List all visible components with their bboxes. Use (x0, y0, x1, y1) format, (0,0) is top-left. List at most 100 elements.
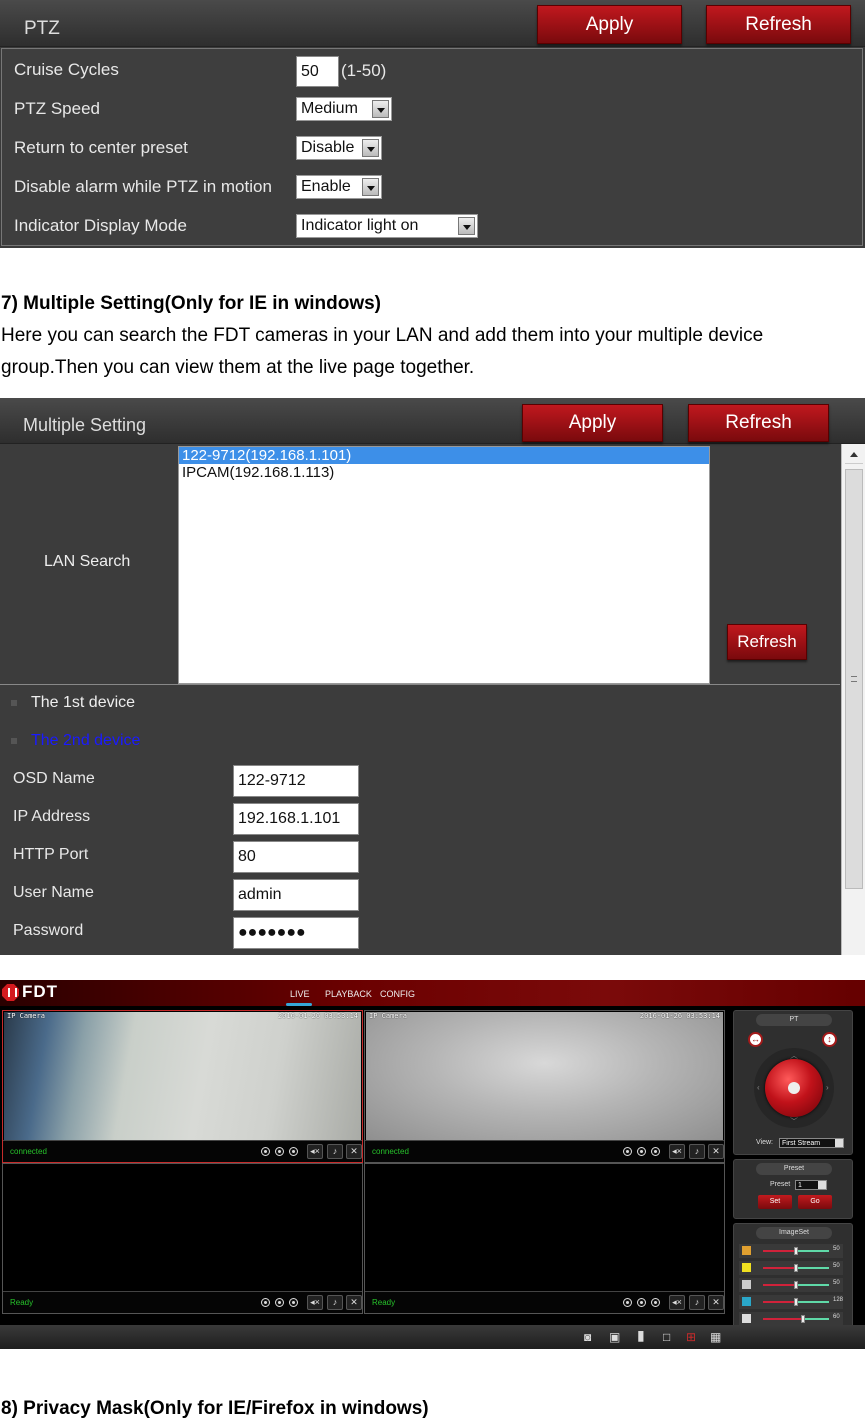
vertical-cruise-icon[interactable]: ↕ (822, 1032, 837, 1047)
zoom-out-icon[interactable] (261, 1298, 270, 1307)
user-name-input[interactable] (233, 879, 359, 911)
indicator-mode-value: Indicator light on (301, 217, 419, 234)
saturation-slider[interactable] (763, 1298, 829, 1306)
zoom-out-icon[interactable] (623, 1298, 632, 1307)
zoom-out-icon[interactable] (261, 1147, 270, 1156)
multiple-refresh-button[interactable]: Refresh (688, 404, 829, 442)
preset-select[interactable]: 1 (795, 1180, 827, 1190)
slider-thumb[interactable] (794, 1247, 798, 1255)
focus-icon[interactable] (637, 1298, 646, 1307)
mute-icon[interactable]: ◂× (307, 1144, 323, 1159)
settings-tools-icon[interactable]: ✕ (708, 1144, 724, 1159)
camera-tile[interactable]: Ready ◂× ♪ ✕ (364, 1163, 725, 1314)
device-1-link[interactable]: The 1st device (31, 694, 135, 712)
live-toolbar: ◙ ▣ ▮ □ ⊞ ▦ (0, 1325, 865, 1349)
indicator-mode-select[interactable]: Indicator light on (296, 214, 478, 238)
osd-name-input[interactable] (233, 765, 359, 797)
mute-icon[interactable]: ◂× (669, 1295, 685, 1310)
mic-off-icon[interactable]: ♪ (689, 1295, 705, 1310)
single-view-icon[interactable]: □ (663, 1331, 670, 1343)
camera-control-bar: connected ◂× ♪ ✕ (3, 1140, 362, 1162)
chevron-down-icon (818, 1181, 826, 1189)
focus-icon[interactable] (275, 1298, 284, 1307)
password-input[interactable] (233, 917, 359, 949)
ptz-speed-label: PTZ Speed (14, 99, 100, 118)
quad-view-icon[interactable]: ⊞ (686, 1331, 696, 1343)
left-arrow-icon[interactable]: ‹ (757, 1083, 760, 1092)
cruise-cycles-input[interactable] (296, 56, 339, 87)
slider-thumb[interactable] (794, 1264, 798, 1272)
ptz-refresh-button[interactable]: Refresh (706, 5, 851, 44)
imageset-row-contrast: 50 (739, 1278, 843, 1292)
zoom-in-icon[interactable] (289, 1147, 298, 1156)
mic-off-icon[interactable]: ♪ (327, 1144, 343, 1159)
view-stream-select[interactable]: First Stream (779, 1138, 844, 1148)
hue-value: 50 (833, 1246, 840, 1252)
scroll-up-arrow-icon[interactable] (845, 446, 863, 464)
camera-status: Ready (10, 1298, 34, 1307)
zoom-in-icon[interactable] (289, 1298, 298, 1307)
settings-tools-icon[interactable]: ✕ (708, 1295, 724, 1310)
ptz-apply-button[interactable]: Apply (537, 5, 682, 44)
camera-tile[interactable]: Ready ◂× ♪ ✕ (2, 1163, 363, 1314)
return-center-select[interactable]: Disable (296, 136, 382, 160)
preset-go-button[interactable]: Go (798, 1195, 832, 1209)
horizontal-cruise-icon[interactable]: ↔ (748, 1032, 763, 1047)
scroll-thumb[interactable] (845, 469, 863, 889)
focus-icon[interactable] (637, 1147, 646, 1156)
vertical-scrollbar[interactable] (841, 444, 865, 955)
pt-direction-pad[interactable]: ︿ ﹀ ‹ › (754, 1048, 834, 1128)
center-zoom-icon[interactable] (788, 1082, 800, 1094)
camera-control-bar: connected ◂× ♪ ✕ (365, 1140, 724, 1162)
brightness-slider[interactable] (763, 1264, 829, 1272)
slider-thumb[interactable] (794, 1298, 799, 1306)
lan-refresh-button[interactable]: Refresh (727, 624, 807, 660)
settings-tools-icon[interactable]: ✕ (346, 1144, 362, 1159)
settings-tools-icon[interactable]: ✕ (346, 1295, 362, 1310)
camera-tile[interactable]: IP Camera 2016-01-26 03:53:14 connected … (2, 1010, 363, 1163)
nav-live[interactable]: LIVE (290, 989, 310, 999)
sd-card-icon[interactable]: ▮ (637, 1328, 645, 1342)
disable-alarm-select[interactable]: Enable (296, 175, 382, 199)
preset-value: 1 (798, 1182, 802, 1189)
return-center-label: Return to center preset (14, 138, 188, 157)
sharpness-value: 60 (833, 1314, 840, 1320)
imageset-row-brightness: 50 (739, 1261, 843, 1275)
focus-icon[interactable] (275, 1147, 284, 1156)
ptz-speed-select[interactable]: Medium (296, 97, 392, 121)
snapshot-icon[interactable]: ◙ (584, 1331, 591, 1343)
mic-off-icon[interactable]: ♪ (689, 1144, 705, 1159)
slider-thumb[interactable] (800, 1315, 805, 1323)
down-arrow-icon[interactable]: ﹀ (790, 1116, 798, 1127)
nav-playback[interactable]: PLAYBACK (325, 989, 372, 999)
multiple-apply-button[interactable]: Apply (522, 404, 663, 442)
contrast-slider[interactable] (763, 1281, 829, 1289)
mute-icon[interactable]: ◂× (307, 1295, 323, 1310)
slider-thumb[interactable] (794, 1281, 798, 1289)
mute-icon[interactable]: ◂× (669, 1144, 685, 1159)
sharpness-slider[interactable] (763, 1315, 829, 1323)
nav-config[interactable]: CONFIG (380, 989, 415, 999)
ptz-speed-value: Medium (301, 100, 358, 117)
hue-slider[interactable] (763, 1247, 829, 1255)
record-icon[interactable]: ▣ (609, 1331, 620, 1343)
pt-joystick[interactable] (765, 1059, 823, 1117)
http-port-input[interactable] (233, 841, 359, 873)
camera-tile[interactable]: IP Camera 2016-01-26 03:53:14 connected … (364, 1010, 725, 1163)
device-2-link[interactable]: The 2nd device (31, 732, 140, 750)
lan-result-item[interactable]: 122-9712(192.168.1.101) (179, 447, 709, 464)
lan-search-list[interactable]: 122-9712(192.168.1.101) IPCAM(192.168.1.… (178, 446, 710, 684)
section-7-heading: 7) Multiple Setting(Only for IE in windo… (1, 293, 381, 314)
ip-address-input[interactable] (233, 803, 359, 835)
zoom-out-icon[interactable] (623, 1147, 632, 1156)
nine-view-icon[interactable]: ▦ (710, 1331, 721, 1343)
zoom-in-icon[interactable] (651, 1298, 660, 1307)
right-arrow-icon[interactable]: › (826, 1083, 829, 1092)
lan-result-item[interactable]: IPCAM(192.168.1.113) (179, 464, 709, 481)
zoom-in-icon[interactable] (651, 1147, 660, 1156)
contrast-value: 50 (833, 1280, 840, 1286)
mic-off-icon[interactable]: ♪ (327, 1295, 343, 1310)
contrast-icon (742, 1280, 751, 1289)
bullet-icon (11, 738, 17, 744)
preset-set-button[interactable]: Set (758, 1195, 792, 1209)
